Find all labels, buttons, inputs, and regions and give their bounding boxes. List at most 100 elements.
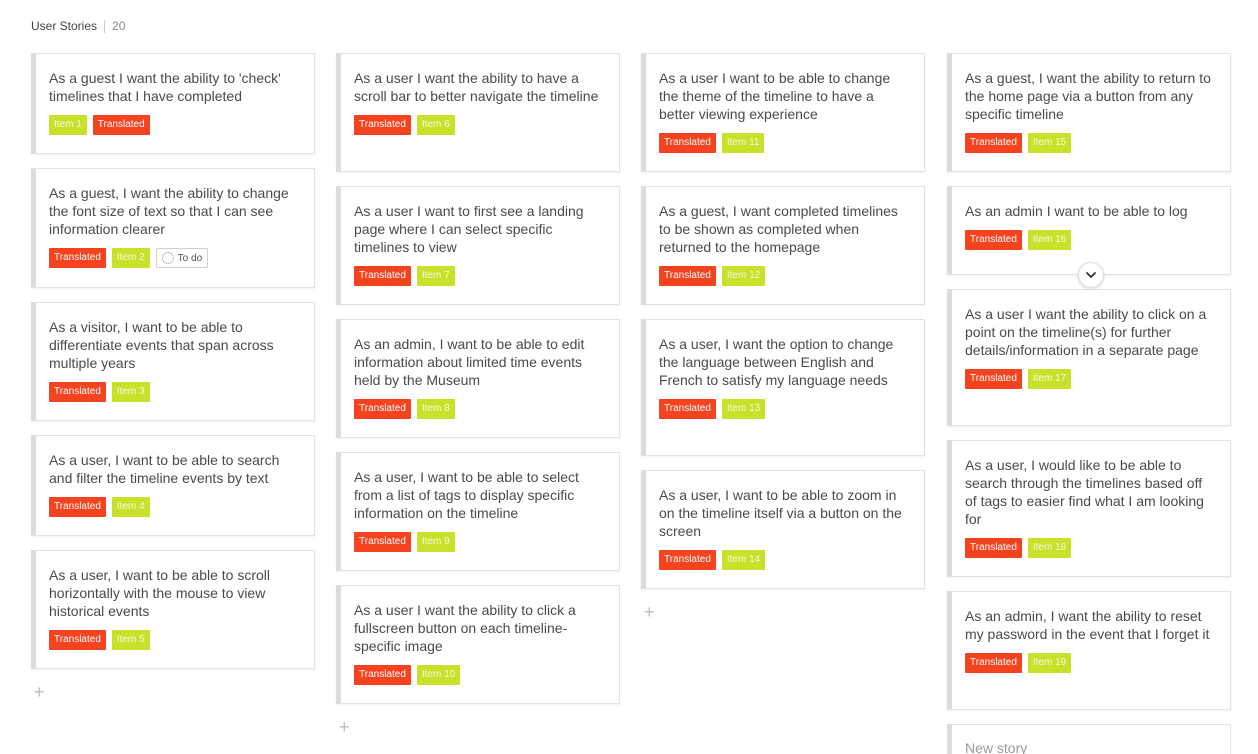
- column-3: As a user I want to be able to change th…: [641, 53, 925, 621]
- add-story-button[interactable]: +: [34, 683, 315, 701]
- tag-list: Translated Item 15: [965, 133, 1216, 153]
- story-card[interactable]: As an admin, I want the ability to reset…: [947, 591, 1231, 710]
- tag-list: Translated Item 12: [659, 266, 910, 286]
- tag-list: Item 1 Translated: [49, 115, 300, 135]
- story-card[interactable]: As a user I want to be able to change th…: [641, 53, 925, 172]
- column-1: As a guest I want the ability to 'check'…: [31, 53, 315, 701]
- tag-list: Translated Item 9: [354, 532, 605, 552]
- story-title: As an admin I want to be able to log: [965, 203, 1188, 219]
- tag-list: Translated Item 8: [354, 399, 605, 419]
- story-title: As a guest, I want the ability to return…: [965, 70, 1211, 122]
- translated-tag[interactable]: Translated: [49, 497, 106, 517]
- tag-list: Translated Item 19: [965, 653, 1216, 673]
- item-tag[interactable]: Item 8: [416, 399, 455, 419]
- board-header: User Stories 20: [31, 19, 125, 33]
- tag-list: Translated Item 18: [965, 538, 1216, 558]
- item-tag[interactable]: Item 17: [1027, 369, 1072, 389]
- translated-tag[interactable]: Translated: [92, 115, 150, 135]
- translated-tag[interactable]: Translated: [965, 653, 1022, 673]
- tag-list: Translated Item 3: [49, 382, 300, 402]
- new-story-input[interactable]: New story: [947, 724, 1231, 754]
- column-4: As a guest, I want the ability to return…: [947, 53, 1231, 754]
- story-title: As a user I want the ability to click a …: [354, 602, 576, 654]
- story-card[interactable]: As a user, I want to be able to zoom in …: [641, 470, 925, 589]
- translated-tag[interactable]: Translated: [659, 266, 716, 286]
- item-tag[interactable]: Item 4: [111, 497, 150, 517]
- story-title: As a user, I want to be able to search a…: [49, 452, 280, 486]
- header-divider: [104, 19, 106, 33]
- story-card[interactable]: As a user I want the ability to click a …: [336, 585, 620, 704]
- story-card[interactable]: As an admin I want to be able to log Tra…: [947, 186, 1231, 288]
- item-tag[interactable]: Item 12: [721, 266, 766, 286]
- add-story-button[interactable]: +: [339, 718, 620, 736]
- item-tag[interactable]: Item 3: [111, 382, 150, 402]
- column-2: As a user I want the ability to have a s…: [336, 53, 620, 736]
- story-title: As a user, I want to be able to select f…: [354, 469, 579, 521]
- translated-tag[interactable]: Translated: [354, 399, 411, 419]
- story-card[interactable]: As a guest I want the ability to 'check'…: [31, 53, 315, 154]
- item-tag[interactable]: Item 19: [1027, 653, 1072, 673]
- translated-tag[interactable]: Translated: [354, 266, 411, 286]
- translated-tag[interactable]: Translated: [354, 532, 411, 552]
- tag-list: Translated Item 4: [49, 497, 300, 517]
- story-card[interactable]: As an admin, I want to be able to edit i…: [336, 319, 620, 438]
- item-tag[interactable]: Item 5: [111, 630, 150, 650]
- tag-list: Translated Item 10: [354, 665, 605, 685]
- translated-tag[interactable]: Translated: [354, 115, 411, 135]
- story-card[interactable]: As a guest, I want the ability to return…: [947, 53, 1231, 172]
- tag-list: Translated Item 11: [659, 133, 910, 153]
- story-title: As an admin, I want to be able to edit i…: [354, 336, 585, 388]
- story-card[interactable]: As a user, I want to be able to select f…: [336, 452, 620, 571]
- translated-tag[interactable]: Translated: [659, 399, 716, 419]
- story-card[interactable]: As a user I want to first see a landing …: [336, 186, 620, 305]
- tag-list: Translated Item 6: [354, 115, 605, 135]
- item-tag[interactable]: Item 14: [721, 550, 766, 570]
- translated-tag[interactable]: Translated: [965, 230, 1022, 250]
- translated-tag[interactable]: Translated: [354, 665, 411, 685]
- translated-tag[interactable]: Translated: [659, 550, 716, 570]
- story-title: As a guest, I want the ability to change…: [49, 185, 289, 237]
- item-tag[interactable]: Item 6: [416, 115, 455, 135]
- translated-tag[interactable]: Translated: [49, 630, 106, 650]
- story-card[interactable]: As a user I want the ability to click on…: [947, 289, 1231, 426]
- new-story-placeholder: New story: [965, 740, 1028, 754]
- tag-list: Translated Item 7: [354, 266, 605, 286]
- item-tag[interactable]: Item 7: [416, 266, 455, 286]
- tag-list: Translated Item 2 To do: [49, 248, 300, 268]
- story-title: As a guest I want the ability to 'check'…: [49, 70, 281, 104]
- story-card[interactable]: As a user, I want to be able to search a…: [31, 435, 315, 536]
- item-tag[interactable]: Item 15: [1027, 133, 1072, 153]
- story-title: As a user, I would like to be able to se…: [965, 457, 1204, 527]
- story-card[interactable]: As a user, I want to be able to scroll h…: [31, 550, 315, 669]
- status-circle-icon: [161, 252, 174, 264]
- tag-list: Translated Item 14: [659, 550, 910, 570]
- story-card[interactable]: As a guest, I want the ability to change…: [31, 168, 315, 288]
- todo-label: To do: [177, 252, 203, 264]
- item-tag[interactable]: Item 13: [721, 399, 766, 419]
- translated-tag[interactable]: Translated: [965, 133, 1022, 153]
- translated-tag[interactable]: Translated: [659, 133, 716, 153]
- story-title: As an admin, I want the ability to reset…: [965, 608, 1210, 642]
- item-tag[interactable]: Item 9: [416, 532, 455, 552]
- story-card[interactable]: As a visitor, I want to be able to diffe…: [31, 302, 315, 421]
- story-title: As a user, I want to be able to zoom in …: [659, 487, 902, 539]
- story-card[interactable]: As a user, I want the option to change t…: [641, 319, 925, 456]
- item-tag[interactable]: Item 10: [416, 665, 461, 685]
- translated-tag[interactable]: Translated: [965, 538, 1022, 558]
- add-story-button[interactable]: +: [644, 603, 925, 621]
- item-tag[interactable]: Item 2: [111, 248, 150, 268]
- item-tag[interactable]: Item 11: [721, 133, 765, 153]
- todo-status-button[interactable]: To do: [155, 248, 209, 268]
- item-tag[interactable]: Item 1: [49, 115, 87, 135]
- translated-tag[interactable]: Translated: [49, 248, 106, 268]
- story-card[interactable]: As a user, I would like to be able to se…: [947, 440, 1231, 577]
- translated-tag[interactable]: Translated: [49, 382, 106, 402]
- item-tag[interactable]: Item 16: [1027, 230, 1072, 250]
- story-card[interactable]: As a guest, I want completed timelines t…: [641, 186, 925, 305]
- item-tag[interactable]: Item 18: [1027, 538, 1072, 558]
- tag-list: Translated Item 13: [659, 399, 910, 419]
- translated-tag[interactable]: Translated: [965, 369, 1022, 389]
- tag-list: Translated Item 16: [965, 230, 1216, 250]
- expand-button[interactable]: [1078, 262, 1104, 288]
- story-card[interactable]: As a user I want the ability to have a s…: [336, 53, 620, 172]
